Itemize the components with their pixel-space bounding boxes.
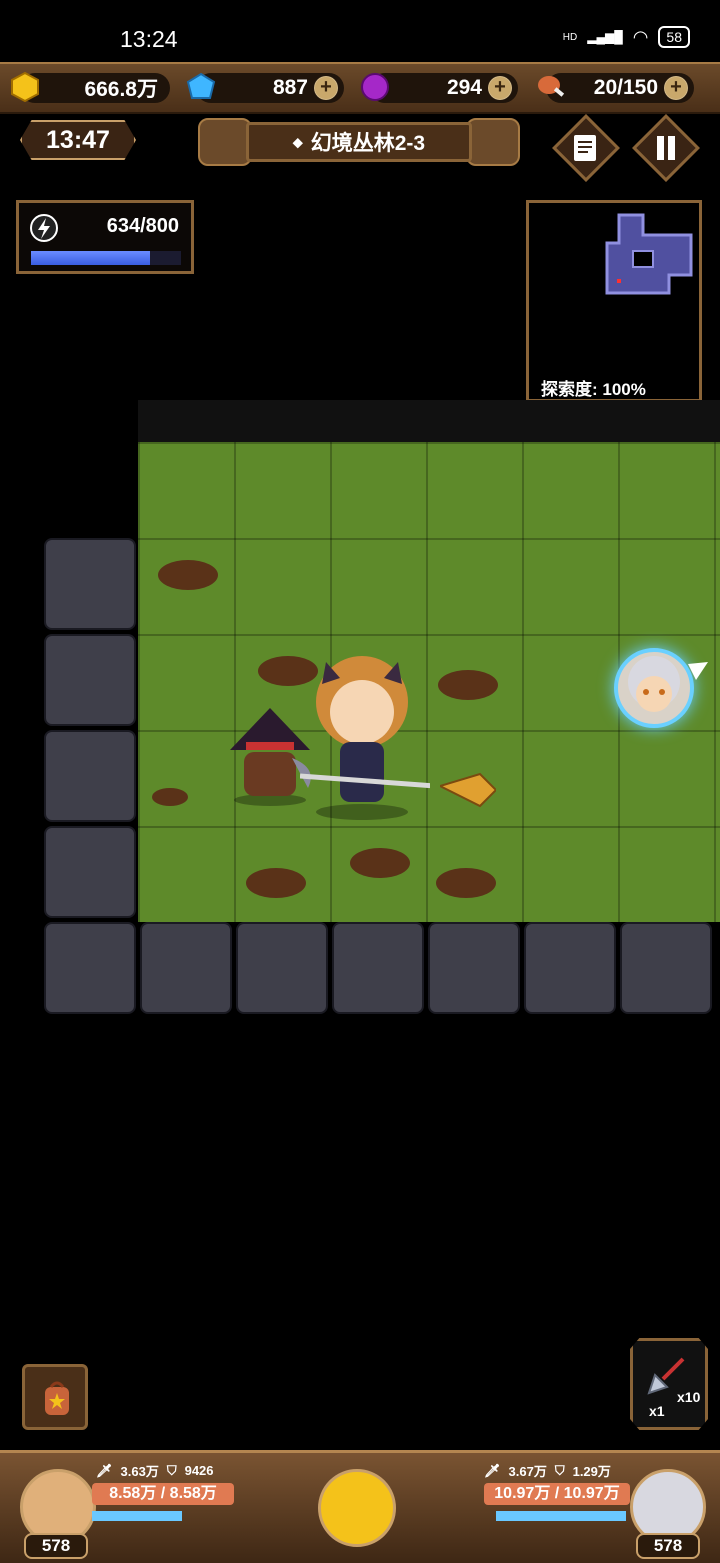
minimap[interactable]: 探索度: 100% [526, 200, 702, 402]
wall-stone [428, 922, 520, 1014]
wall-stone [332, 922, 424, 1014]
gem-icon [186, 72, 216, 99]
backpack-button[interactable] [22, 1364, 88, 1430]
stage-title: 幻境丛林2-3 [310, 132, 426, 155]
leader-avatar[interactable] [318, 1469, 396, 1547]
npc-face-icon [628, 656, 680, 712]
left-hero-mana-bar [92, 1511, 182, 1521]
dirt-patch [158, 560, 218, 590]
elixir-orb-icon [361, 73, 389, 101]
right-hero-defense: 1.29万 [572, 1464, 611, 1479]
add-gems-button[interactable]: + [314, 76, 338, 100]
hero-spear-girl-sprite [300, 656, 430, 820]
wall-stone [236, 922, 328, 1014]
backpack-icon [45, 1381, 69, 1415]
battery-icon: 58 [658, 26, 690, 48]
right-hero-mana-bar [496, 1511, 626, 1521]
status-bar: 13:24 HD ▂▄▆█ ◠ 58 [0, 0, 720, 60]
status-icons: HD ▂▄▆█ ◠ 58 [563, 26, 690, 48]
energy-panel: 634/800 [16, 200, 194, 274]
wall-stone [44, 538, 136, 630]
shield-icon: ⛉ [554, 1462, 565, 1478]
wall-stone [524, 922, 616, 1014]
offscreen-arrow-icon [688, 662, 708, 680]
exploration-label: 探索度: 100% [541, 380, 646, 399]
wifi-icon: ◠ [632, 26, 649, 47]
dirt-patch [246, 868, 306, 898]
stage-title-plate: ⬥ 幻境丛林2-3 [246, 122, 472, 162]
wall-stone [44, 922, 136, 1014]
elixir-counter: 294 + [361, 73, 518, 103]
energy-value: 634/800 [106, 215, 179, 237]
stage-timer: 13:47 [20, 120, 136, 160]
gold-coin-icon [11, 72, 39, 102]
pause-button[interactable] [632, 114, 700, 182]
dirt-patch [438, 670, 498, 700]
status-time: 13:24 [120, 26, 178, 52]
right-hero-stats: 🗡 3.67万 ⛉ 1.29万 [484, 1461, 611, 1480]
shovel-tool-button[interactable]: x1 x10 [630, 1338, 708, 1430]
resource-bar: 666.8万 887 + 294 + 20/150 + [0, 62, 720, 114]
banner-scroll-right [466, 118, 520, 166]
wall-stone [620, 922, 712, 1014]
add-food-button[interactable]: + [664, 76, 688, 100]
gold-value: 666.8万 [84, 78, 158, 101]
document-icon [574, 135, 596, 161]
food-counter: 20/150 + [538, 73, 694, 103]
lightning-icon [30, 214, 58, 242]
left-hero-attack: 3.63万 [120, 1464, 159, 1479]
network-label: HD [562, 31, 578, 43]
left-hero-defense: 9426 [184, 1463, 214, 1478]
banner-scroll-left [198, 118, 252, 166]
right-hero-level: 578 [636, 1533, 700, 1559]
energy-bar [31, 251, 181, 265]
wall-stone [44, 730, 136, 822]
dirt-patch [436, 868, 496, 898]
tool-count-left: x1 [649, 1403, 665, 1419]
tool-count-right: x10 [677, 1389, 701, 1405]
energy-bar-fill [31, 251, 150, 265]
left-hero-stats: 🗡 3.63万 ⛉ 9426 [96, 1461, 214, 1480]
party-panel: 578 🗡 3.63万 ⛉ 9426 8.58万 / 8.58万 578 🗡 3… [0, 1450, 720, 1563]
floor-down-icon: ⬥ [292, 133, 303, 150]
spear-tip-icon [440, 772, 496, 808]
wall-stone [44, 634, 136, 726]
pause-icon [657, 136, 675, 160]
elixir-value: 294 [446, 76, 482, 99]
left-hero-level: 578 [24, 1533, 88, 1559]
left-hero-hp-bar: 8.58万 / 8.58万 [92, 1483, 234, 1505]
food-value: 20/150 [593, 76, 658, 99]
dirt-patch [152, 788, 188, 806]
minimap-rooms [605, 213, 693, 295]
wall-stone [140, 922, 232, 1014]
gem-counter: 887 + [186, 72, 344, 103]
right-hero-attack: 3.67万 [508, 1464, 547, 1479]
gem-value: 887 [272, 76, 308, 99]
wall-stone [44, 826, 136, 918]
npc-indicator-portrait[interactable] [614, 648, 694, 728]
dirt-patch [350, 848, 410, 878]
add-elixir-button[interactable]: + [488, 76, 512, 100]
stage-title-banner: ⬥ 幻境丛林2-3 [196, 114, 522, 168]
shield-icon: ⛉ [166, 1462, 177, 1478]
sword-icon: 🗡 [484, 1462, 501, 1478]
top-wall [138, 400, 720, 442]
right-hero-hp-bar: 10.97万 / 10.97万 [484, 1483, 630, 1505]
quest-log-button[interactable] [552, 114, 620, 182]
gold-counter: 666.8万 [11, 72, 170, 103]
sword-icon: 🗡 [96, 1462, 113, 1478]
meat-icon [538, 76, 565, 97]
signal-icon: ▂▄▆█ [587, 30, 623, 44]
